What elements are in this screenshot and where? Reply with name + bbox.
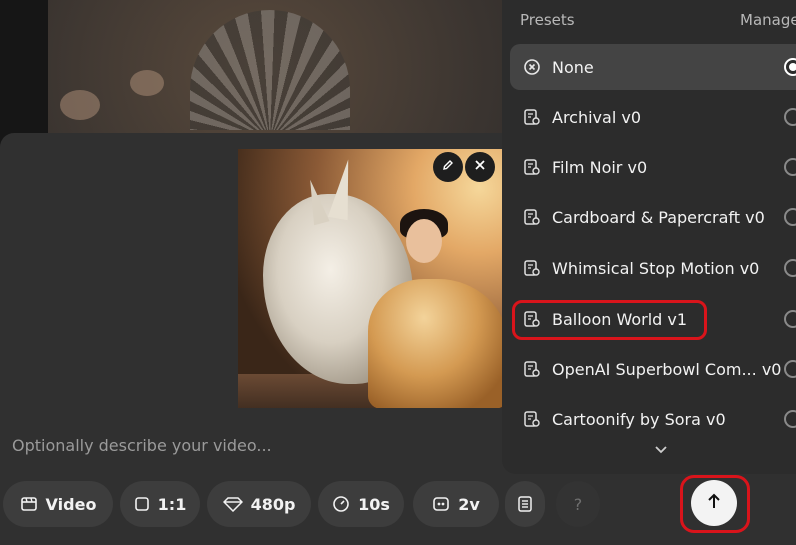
chevron-down-icon[interactable] — [654, 443, 668, 459]
preset-item-none[interactable]: None — [510, 44, 796, 90]
resolution-label: 480p — [250, 494, 296, 514]
preset-item-openai-superbowl[interactable]: OpenAI Superbowl Com... v0 — [510, 346, 796, 392]
duration-label: 10s — [358, 494, 390, 514]
preset-radio[interactable] — [784, 108, 796, 126]
diamond-icon — [222, 496, 243, 512]
preset-label: Cardboard & Papercraft v0 — [552, 207, 765, 227]
preset-icon — [522, 158, 542, 176]
thumb-robe — [368, 279, 506, 408]
resolution-button[interactable]: 480p — [207, 481, 311, 527]
background-blossom — [60, 90, 100, 120]
aspect-ratio-label: 1:1 — [157, 494, 187, 514]
square-icon — [134, 496, 150, 512]
preset-radio[interactable] — [784, 410, 796, 428]
help-label: ? — [573, 494, 583, 514]
preset-item-cardboard-papercraft[interactable]: Cardboard & Papercraft v0 — [510, 194, 796, 240]
preset-icon — [522, 360, 542, 378]
type-label: Video — [45, 494, 97, 514]
arrow-up-icon — [706, 491, 722, 516]
background-blossom — [130, 70, 164, 96]
presets-title: Presets — [520, 11, 575, 29]
preset-label: Whimsical Stop Motion v0 — [552, 258, 760, 278]
preset-radio[interactable] — [784, 158, 796, 176]
preset-item-cartoonify[interactable]: Cartoonify by Sora v0 — [510, 396, 796, 442]
thumb-face — [406, 219, 442, 263]
preset-icon — [522, 259, 542, 277]
preset-radio[interactable] — [784, 310, 796, 328]
storyboard-icon — [517, 495, 533, 513]
help-button[interactable]: ? — [556, 481, 600, 527]
edit-image-button[interactable] — [433, 152, 463, 182]
preset-label: Cartoonify by Sora v0 — [552, 409, 726, 429]
preset-item-film-noir[interactable]: Film Noir v0 — [510, 144, 796, 190]
close-icon — [474, 159, 486, 175]
preset-icon — [522, 108, 542, 126]
variations-button[interactable]: 2v — [413, 481, 499, 527]
preset-item-archival[interactable]: Archival v0 — [510, 94, 796, 140]
preset-label: None — [552, 57, 594, 77]
prompt-input[interactable]: Optionally describe your video... — [12, 436, 272, 455]
preset-icon — [522, 208, 542, 226]
video-icon — [20, 495, 38, 513]
preset-icon — [522, 410, 542, 428]
preset-radio[interactable] — [784, 208, 796, 226]
preset-radio[interactable] — [784, 58, 796, 76]
remove-image-button[interactable] — [465, 152, 495, 182]
aspect-ratio-button[interactable]: 1:1 — [120, 481, 200, 527]
preset-item-whimsical-stop-motion[interactable]: Whimsical Stop Motion v0 — [510, 245, 796, 291]
balloon-world-annotation — [512, 300, 707, 340]
submit-button[interactable] — [691, 480, 737, 526]
pencil-icon — [441, 158, 455, 176]
duration-button[interactable]: 10s — [318, 481, 404, 527]
preset-label: Archival v0 — [552, 107, 642, 127]
manage-presets-link[interactable]: Manage — [740, 11, 796, 29]
preset-radio[interactable] — [784, 360, 796, 378]
variations-label: 2v — [458, 494, 480, 514]
variations-icon — [432, 495, 450, 513]
type-button[interactable]: Video — [3, 481, 113, 527]
preset-label: OpenAI Superbowl Com... v0 — [552, 359, 782, 379]
preset-radio[interactable] — [784, 259, 796, 277]
presets-menu: Presets Manage None Archival v0 Film Noi… — [502, 0, 796, 474]
uploaded-image-thumbnail — [238, 149, 506, 408]
clock-icon — [332, 495, 350, 513]
preset-label: Film Noir v0 — [552, 157, 648, 177]
storyboard-button[interactable] — [505, 481, 545, 527]
circle-x-icon — [522, 58, 542, 76]
